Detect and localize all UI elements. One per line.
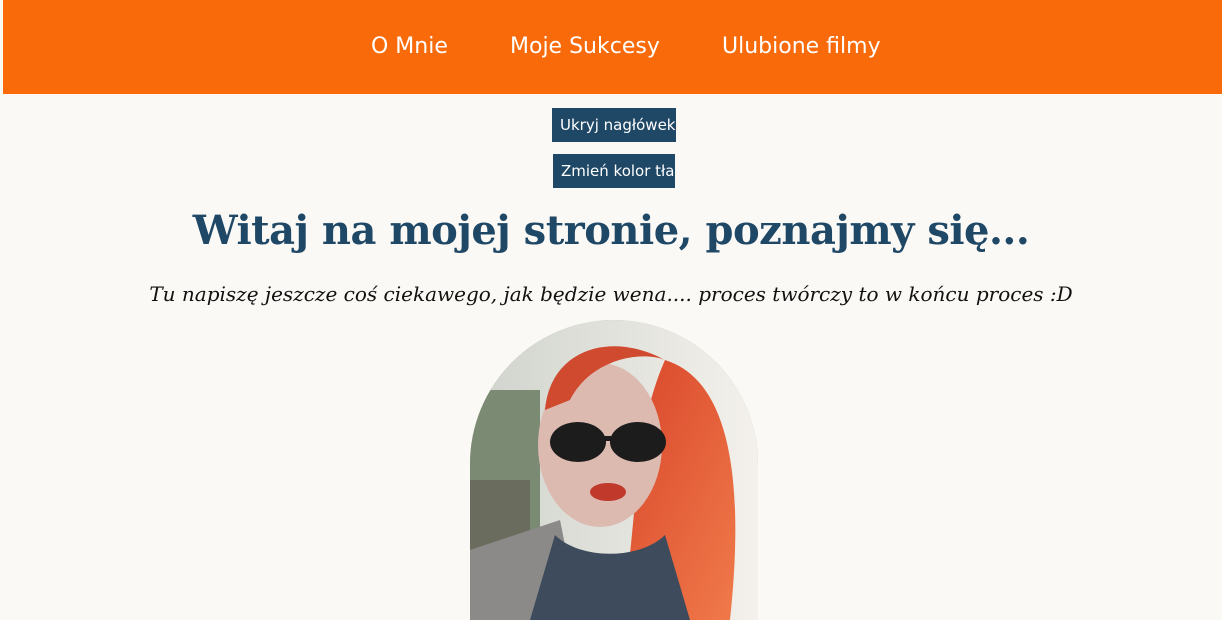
hide-header-button[interactable]: Ukryj nagłówek — [552, 108, 676, 142]
site-header: O Mnie Moje Sukcesy Ulubione filmy — [3, 0, 1222, 94]
profile-photo-image — [470, 320, 758, 620]
profile-photo — [470, 320, 758, 620]
change-background-button[interactable]: Zmień kolor tła — [553, 154, 675, 188]
main-nav: O Mnie Moje Sukcesy Ulubione filmy — [3, 0, 1222, 94]
nav-item-o-mnie[interactable]: O Mnie — [371, 33, 448, 61]
page-title: Witaj na mojej stronie, poznajmy się... — [192, 207, 1030, 254]
nav-item-ulubione-filmy[interactable]: Ulubione filmy — [722, 33, 881, 61]
nav-item-moje-sukcesy[interactable]: Moje Sukcesy — [510, 33, 660, 61]
page-subtitle: Tu napiszę jeszcze coś ciekawego, jak bę… — [149, 282, 1073, 306]
